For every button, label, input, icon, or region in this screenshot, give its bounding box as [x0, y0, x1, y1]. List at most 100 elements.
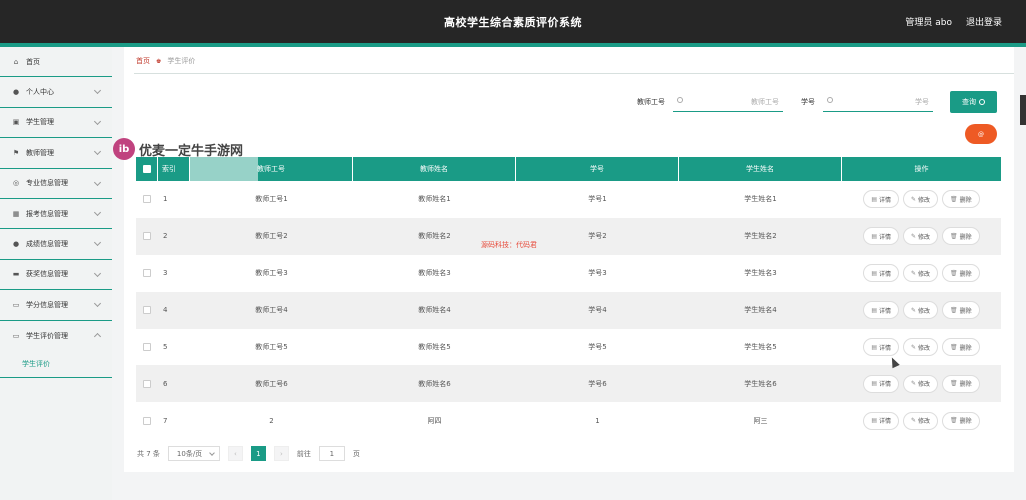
chevron-down-icon: [93, 148, 102, 156]
row-actions: ▤ 详情 ✎ 修改 🗑 删除: [842, 255, 1001, 292]
row-checkbox[interactable]: [143, 416, 151, 425]
edit-button[interactable]: ✎ 修改: [903, 227, 939, 246]
cell-student-no: 学号5: [588, 343, 607, 351]
detail-button[interactable]: ▤ 详情: [863, 301, 899, 320]
delete-button[interactable]: 🗑 删除: [942, 301, 980, 320]
search-icon: [979, 99, 985, 105]
select-all-cell: [136, 157, 158, 181]
page-size-select[interactable]: 10条/页: [167, 446, 220, 461]
delete-button-label: 删除: [959, 196, 972, 204]
cell-index: 6: [163, 379, 168, 388]
row-select-cell: [136, 365, 158, 402]
delete-button-label: 删除: [959, 307, 972, 315]
student-no-input[interactable]: 学号: [823, 93, 933, 112]
sidebar-item-applications[interactable]: ▦ 报考信息管理: [0, 199, 112, 230]
delete-button[interactable]: 🗑 删除: [942, 190, 980, 209]
edit-button[interactable]: ✎ 修改: [903, 301, 939, 320]
cell-student-no: 学号6: [588, 379, 607, 388]
row-checkbox[interactable]: [143, 269, 151, 278]
sidebar-item-label: 获奖信息管理: [26, 270, 68, 279]
sidebar-item-label: 报考信息管理: [26, 209, 68, 218]
detail-button-label: 详情: [878, 270, 891, 278]
row-checkbox[interactable]: [143, 195, 151, 204]
sidebar: ⌂ 首页 ● 个人中心 ▣ 学生管理 ⚑ 教师管理 ◎ 专业信息管理 ▦ 报考信…: [0, 47, 112, 500]
detail-button[interactable]: ▤ 详情: [863, 374, 899, 393]
edit-button-label: 修改: [918, 307, 931, 315]
edit-button[interactable]: ✎ 修改: [903, 411, 939, 430]
trash-icon: 🗑: [950, 380, 958, 388]
table-body: 1 教师工号1 教师姓名1 学号1 学生姓名1 ▤ 详情 ✎ 修改 🗑 删除 2 教师工号2 教师姓名2 学…: [136, 181, 1001, 440]
cell-student-name: 学生姓名4: [744, 306, 777, 315]
data-table: 索引 教师工号 教师姓名 学号 学生姓名 操作 1 教师工号1 教师姓名1 学号1 学生…: [136, 157, 1001, 440]
sidebar-item-label: 专业信息管理: [26, 179, 68, 188]
row-actions: ▤ 详情 ✎ 修改 🗑 删除: [842, 365, 1001, 402]
edit-button[interactable]: ✎ 修改: [903, 264, 939, 283]
detail-button-label: 详情: [878, 307, 891, 315]
row-checkbox[interactable]: [143, 306, 151, 315]
edit-button-label: 修改: [918, 344, 931, 352]
pencil-icon: ✎: [911, 380, 917, 388]
sidebar-item-label: 学生管理: [26, 118, 54, 127]
delete-button[interactable]: 🗑 删除: [942, 411, 980, 430]
goto-page-input[interactable]: 1: [318, 446, 345, 461]
edit-button[interactable]: ✎ 修改: [903, 338, 939, 356]
user-icon: ●: [12, 240, 20, 249]
row-checkbox[interactable]: [143, 232, 151, 241]
sidebar-item-grades[interactable]: ● 成绩信息管理: [0, 229, 112, 260]
delete-button[interactable]: 🗑 删除: [942, 264, 980, 283]
student-icon: ▣: [12, 118, 20, 127]
teacher-no-input[interactable]: 教师工号: [673, 93, 783, 112]
detail-button[interactable]: ▤ 详情: [863, 227, 899, 246]
delete-button[interactable]: 🗑 删除: [942, 227, 980, 246]
trash-icon: 🗑: [950, 417, 958, 425]
row-actions: ▤ 详情 ✎ 修改 🗑 删除: [842, 181, 1001, 218]
batch-delete-button[interactable]: @: [965, 124, 997, 144]
cell-teacher-no: 教师工号6: [255, 379, 288, 388]
sidebar-subitem-student-evaluation[interactable]: 学生评价: [0, 351, 112, 377]
detail-button[interactable]: ▤ 详情: [863, 338, 899, 356]
chevron-up-icon: [93, 332, 102, 340]
table-row: 6 教师工号6 教师姓名6 学号6 学生姓名6 ▤ 详情 ✎ 修改 🗑 删除: [136, 365, 1001, 403]
breadcrumb-home[interactable]: 首页: [136, 56, 150, 66]
table-row: 4 教师工号4 教师姓名4 学号4 学生姓名4 ▤ 详情 ✎ 修改 🗑 删除: [136, 291, 1001, 329]
search-button[interactable]: 查询: [950, 91, 997, 113]
trash-icon: 🗑: [950, 269, 958, 277]
current-page-button[interactable]: 1: [250, 446, 266, 461]
chevron-down-icon: [93, 208, 102, 216]
pagination: 共 7 条 10条/页 ‹ 1 › 前往 1 页: [137, 446, 360, 461]
row-select-cell: [136, 218, 158, 255]
detail-button[interactable]: ▤ 详情: [863, 411, 899, 430]
cell-index: 3: [163, 269, 168, 278]
select-all-checkbox[interactable]: [142, 165, 151, 173]
cell-student-name: 学生姓名1: [744, 195, 777, 204]
next-page-button[interactable]: ›: [273, 446, 289, 461]
monitor-icon: ▭: [12, 300, 20, 309]
search-icon: [677, 97, 683, 103]
edit-button[interactable]: ✎ 修改: [903, 190, 939, 209]
center-watermark: 源码科技：代码君: [481, 241, 537, 249]
monitor-icon: ▭: [12, 331, 20, 340]
chevron-down-icon: [93, 117, 102, 125]
delete-button[interactable]: 🗑 删除: [942, 338, 980, 356]
sidebar-item-home[interactable]: ⌂ 首页: [0, 47, 112, 78]
cell-student-no: 学号4: [588, 306, 607, 315]
sidebar-item-awards[interactable]: ▬ 获奖信息管理: [0, 260, 112, 291]
sidebar-item-majors[interactable]: ◎ 专业信息管理: [0, 169, 112, 199]
edit-button[interactable]: ✎ 修改: [903, 374, 939, 393]
delete-button[interactable]: 🗑 删除: [942, 374, 980, 393]
delete-button-label: 删除: [959, 233, 972, 241]
side-scroll-tab[interactable]: [1020, 95, 1026, 125]
row-checkbox[interactable]: [143, 379, 151, 388]
edit-button-label: 修改: [918, 270, 931, 278]
sidebar-item-credits[interactable]: ▭ 学分信息管理: [0, 290, 112, 321]
chevron-down-icon: [93, 269, 102, 277]
detail-button[interactable]: ▤ 详情: [863, 190, 899, 209]
prev-page-button[interactable]: ‹: [227, 446, 243, 461]
cell-teacher-no: 教师工号1: [255, 195, 288, 204]
row-checkbox[interactable]: [143, 343, 151, 351]
sidebar-item-teachers[interactable]: ⚑ 教师管理: [0, 138, 112, 169]
logout-link[interactable]: 退出登录: [966, 15, 1002, 28]
detail-button[interactable]: ▤ 详情: [863, 264, 899, 283]
sidebar-item-evaluations[interactable]: ▭ 学生评价管理: [0, 321, 112, 351]
header-student-no: 学号: [516, 157, 679, 181]
